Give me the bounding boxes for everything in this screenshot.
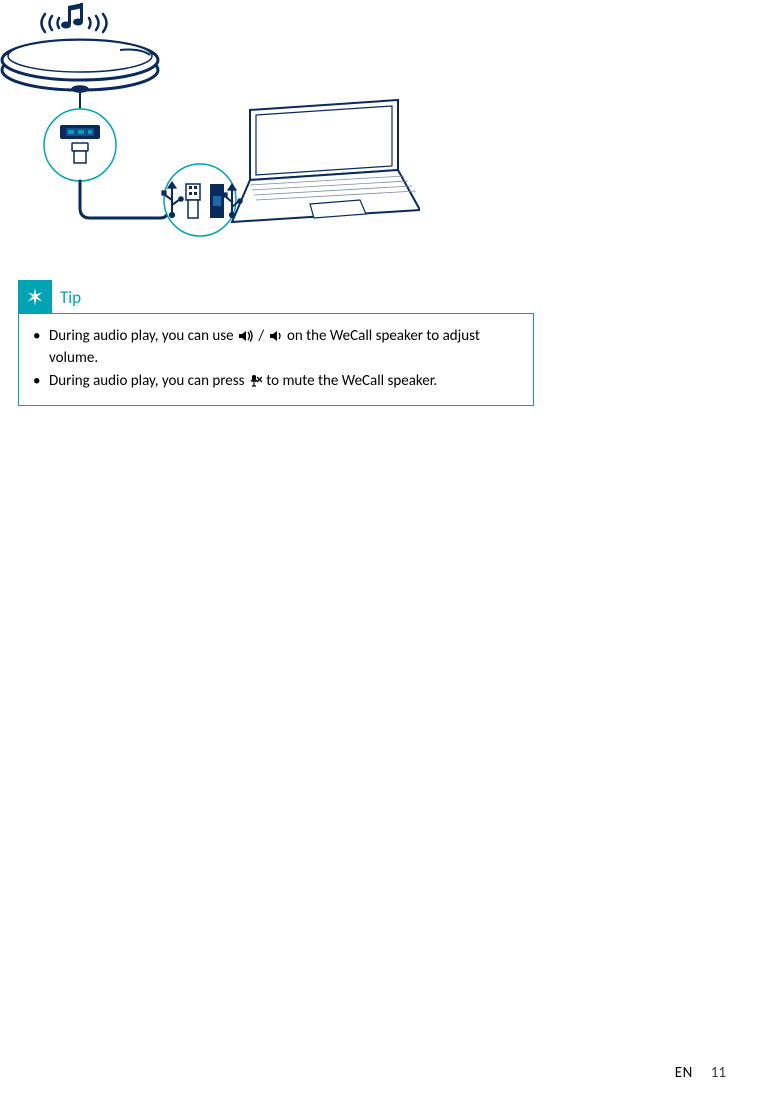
connection-diagram xyxy=(0,0,420,250)
tip-item: During audio play, you can use / on the … xyxy=(31,326,521,369)
usb-cable xyxy=(80,181,168,218)
usb-port-callout xyxy=(44,90,116,181)
music-waves-icon xyxy=(42,3,107,32)
tip-text: During audio play, you can use xyxy=(49,327,237,345)
tip-label: Tip xyxy=(60,287,81,308)
usb-micro-plug-icon xyxy=(72,143,88,163)
tip-badge-icon xyxy=(18,280,52,314)
wecall-speaker xyxy=(2,40,158,92)
tip-text: / xyxy=(255,327,268,345)
tip-body: During audio play, you can use / on the … xyxy=(18,313,534,406)
tip-text: to mute the WeCall speaker. xyxy=(263,372,437,390)
tip-box: Tip During audio play, you can use / on … xyxy=(18,280,534,406)
laptop-usb-port-icon xyxy=(210,184,224,218)
footer-language: EN xyxy=(675,1064,693,1082)
mic-mute-icon xyxy=(249,373,262,393)
laptop-icon xyxy=(232,100,420,222)
usb-port-icon xyxy=(60,125,100,139)
usb-plug-callout xyxy=(162,164,242,236)
footer-page-number: 11 xyxy=(711,1064,726,1082)
page-footer: EN 11 xyxy=(675,1064,726,1082)
tip-text: During audio play, you can press xyxy=(49,372,248,390)
usb-plug-icon xyxy=(186,184,200,218)
volume-down-icon xyxy=(269,328,283,348)
tip-item: During audio play, you can press to mute… xyxy=(31,371,521,393)
volume-up-icon xyxy=(238,328,254,348)
